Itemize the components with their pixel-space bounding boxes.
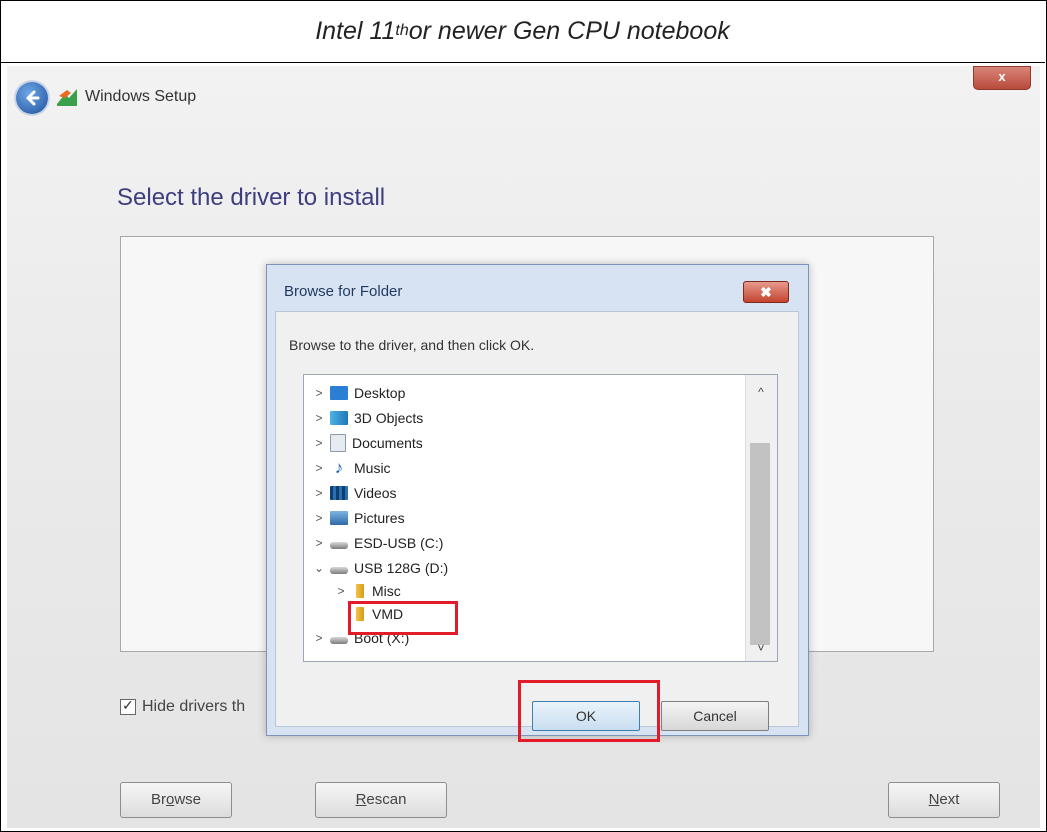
scroll-down-icon[interactable]: ˅ — [751, 641, 771, 655]
page-heading: Select the driver to install — [117, 184, 386, 211]
drive-icon — [330, 567, 348, 574]
dialog-instruction: Browse to the driver, and then click OK. — [289, 337, 535, 353]
expand-arrow-icon[interactable]: > — [312, 436, 326, 450]
tree-item-label: 3D Objects — [354, 410, 424, 426]
documents-icon — [330, 434, 346, 452]
next-button[interactable]: Next — [888, 782, 1000, 818]
expand-arrow-icon[interactable]: > — [312, 411, 326, 425]
tree-item-label: Music — [354, 460, 391, 476]
tree-item-videos[interactable]: > Videos — [312, 483, 397, 503]
collapse-arrow-icon[interactable]: ⌄ — [312, 561, 326, 575]
tree-item-label: Desktop — [354, 385, 406, 401]
expand-arrow-icon[interactable]: > — [312, 536, 326, 550]
drive-icon — [330, 637, 348, 644]
tree-item-label: Pictures — [354, 510, 405, 526]
tree-item-documents[interactable]: > Documents — [312, 433, 423, 453]
rescan-button[interactable]: Rescan — [315, 782, 447, 818]
scroll-up-icon[interactable]: ^ — [751, 385, 771, 399]
folder-icon — [356, 584, 364, 598]
desktop-icon — [330, 386, 348, 400]
hide-drivers-checkbox[interactable] — [120, 697, 136, 715]
back-arrow-icon[interactable] — [16, 82, 48, 114]
tree-item-esd-usb[interactable]: > ESD-USB (C:) — [312, 533, 443, 553]
scrollbar-thumb[interactable] — [750, 443, 770, 645]
caption-prefix: Intel 11 — [315, 16, 396, 45]
rescan-label-post: escan — [366, 791, 407, 808]
videos-icon — [330, 486, 348, 500]
tree-item-label: Videos — [354, 485, 397, 501]
vmd-highlight-box — [348, 601, 458, 635]
expand-arrow-icon[interactable]: > — [312, 461, 326, 475]
browse-button[interactable]: Browse — [120, 782, 232, 818]
tree-item-label: Misc — [372, 583, 401, 599]
rescan-label-accel: R — [355, 791, 367, 808]
cancel-button[interactable]: Cancel — [661, 701, 769, 731]
window-close-button[interactable]: x — [973, 66, 1031, 90]
music-icon: ♪ — [334, 458, 344, 477]
tree-item-3d-objects[interactable]: > 3D Objects — [312, 408, 423, 428]
tree-item-label: USB 128G (D:) — [354, 560, 449, 576]
tree-item-label: ESD-USB (C:) — [354, 535, 444, 551]
tree-item-music[interactable]: > ♪ Music — [312, 458, 391, 478]
tree-item-desktop[interactable]: > Desktop — [312, 383, 405, 403]
pictures-icon — [330, 511, 348, 525]
browse-for-folder-dialog: Browse for Folder ✖ Browse to the driver… — [266, 264, 809, 742]
dialog-title: Browse for Folder — [284, 283, 403, 300]
next-label-post: ext — [939, 791, 960, 808]
expand-arrow-icon[interactable]: > — [312, 486, 326, 500]
caption-superscript: th — [395, 22, 409, 39]
tree-item-pictures[interactable]: > Pictures — [312, 508, 405, 528]
dialog-close-button[interactable]: ✖ — [743, 281, 789, 303]
tree-item-label: Documents — [352, 435, 423, 451]
expand-arrow-icon[interactable]: > — [312, 386, 326, 400]
caption-suffix: or newer Gen CPU notebook — [408, 16, 730, 45]
expand-arrow-icon[interactable]: > — [334, 584, 348, 598]
setup-screenshot: Windows Setup x Select the driver to ins… — [7, 66, 1040, 828]
tree-item-usb-128g[interactable]: ⌄ USB 128G (D:) — [312, 558, 448, 578]
drive-icon — [330, 542, 348, 549]
3d-objects-icon — [330, 411, 348, 425]
setup-titlebar: Windows Setup x — [7, 66, 1040, 130]
expand-arrow-icon[interactable]: > — [312, 511, 326, 525]
windows-setup-icon — [57, 89, 77, 106]
browse-label-pre: Br — [150, 791, 166, 808]
next-label-accel: N — [928, 791, 940, 808]
tree-item-misc[interactable]: > Misc — [334, 581, 401, 601]
window-title: Windows Setup — [85, 88, 197, 105]
figure-caption: Intel 11th or newer Gen CPU notebook — [0, 0, 1045, 63]
ok-highlight-box — [518, 680, 660, 742]
expand-arrow-icon[interactable]: > — [312, 631, 326, 645]
browse-label-post: wse — [174, 791, 202, 808]
